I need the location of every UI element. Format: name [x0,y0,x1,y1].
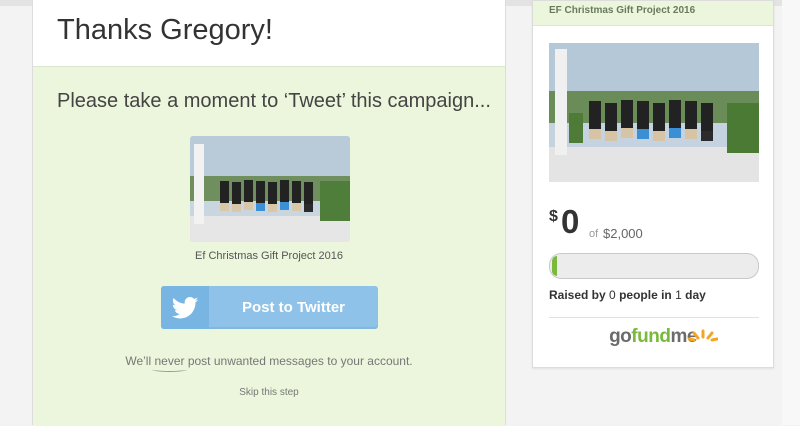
share-panel: Please take a moment to ‘Tweet’ this cam… [33,66,505,426]
privacy-note-suffix: post unwanted messages to your account. [184,354,413,368]
post-to-twitter-label: Post to Twitter [241,299,346,316]
tweet-prompt: Please take a moment to ‘Tweet’ this cam… [57,90,491,112]
campaign-caption: Ef Christmas Gift Project 2016 [195,250,343,262]
post-to-twitter-button[interactable]: Post to Twitter [161,286,378,329]
amount-value: 0 [561,203,580,240]
privacy-note-never: never [152,354,187,372]
thank-you-card: Thanks Gregory! Please take a moment to … [32,0,506,426]
campaign-header: EF Christmas Gift Project 2016 [533,1,773,26]
privacy-note: We’ll never post unwanted messages to yo… [33,354,505,372]
amount-raised: $ 0 of $2,000 [549,203,769,246]
campaign-title[interactable]: EF Christmas Gift Project 2016 [549,5,695,16]
campaign-summary-card: EF Christmas Gift Project 2016 $ 0 of $2… [532,0,774,368]
privacy-note-prefix: We’ll [125,354,155,368]
skip-step-link[interactable]: Skip this step [33,387,505,398]
logo-go: go [609,326,632,347]
group-photo-large-image [549,43,759,182]
campaign-photo[interactable] [549,43,759,182]
days-label: day [685,288,706,302]
days-count: 1 [675,288,682,302]
progress-fill [552,256,557,276]
twitter-bird-icon [161,286,209,329]
campaign-thumbnail [190,136,350,242]
of-label: of [589,228,599,240]
page-gutter [782,0,800,425]
thanks-heading: Thanks Gregory! [57,14,273,46]
gofundme-sun-icon [688,329,718,342]
raised-prefix: Raised by [549,288,606,302]
group-photo-image [190,136,350,242]
raised-summary: Raised by 0 people in 1 day [549,288,706,302]
gofundme-logo[interactable]: gofundme [533,326,773,348]
progress-bar [549,253,759,279]
currency-symbol: $ [549,208,558,225]
people-label: people in [619,288,672,302]
logo-fund: fund [631,326,671,347]
goal-amount: $2,000 [603,226,643,241]
divider [549,317,759,318]
people-count: 0 [609,288,616,302]
